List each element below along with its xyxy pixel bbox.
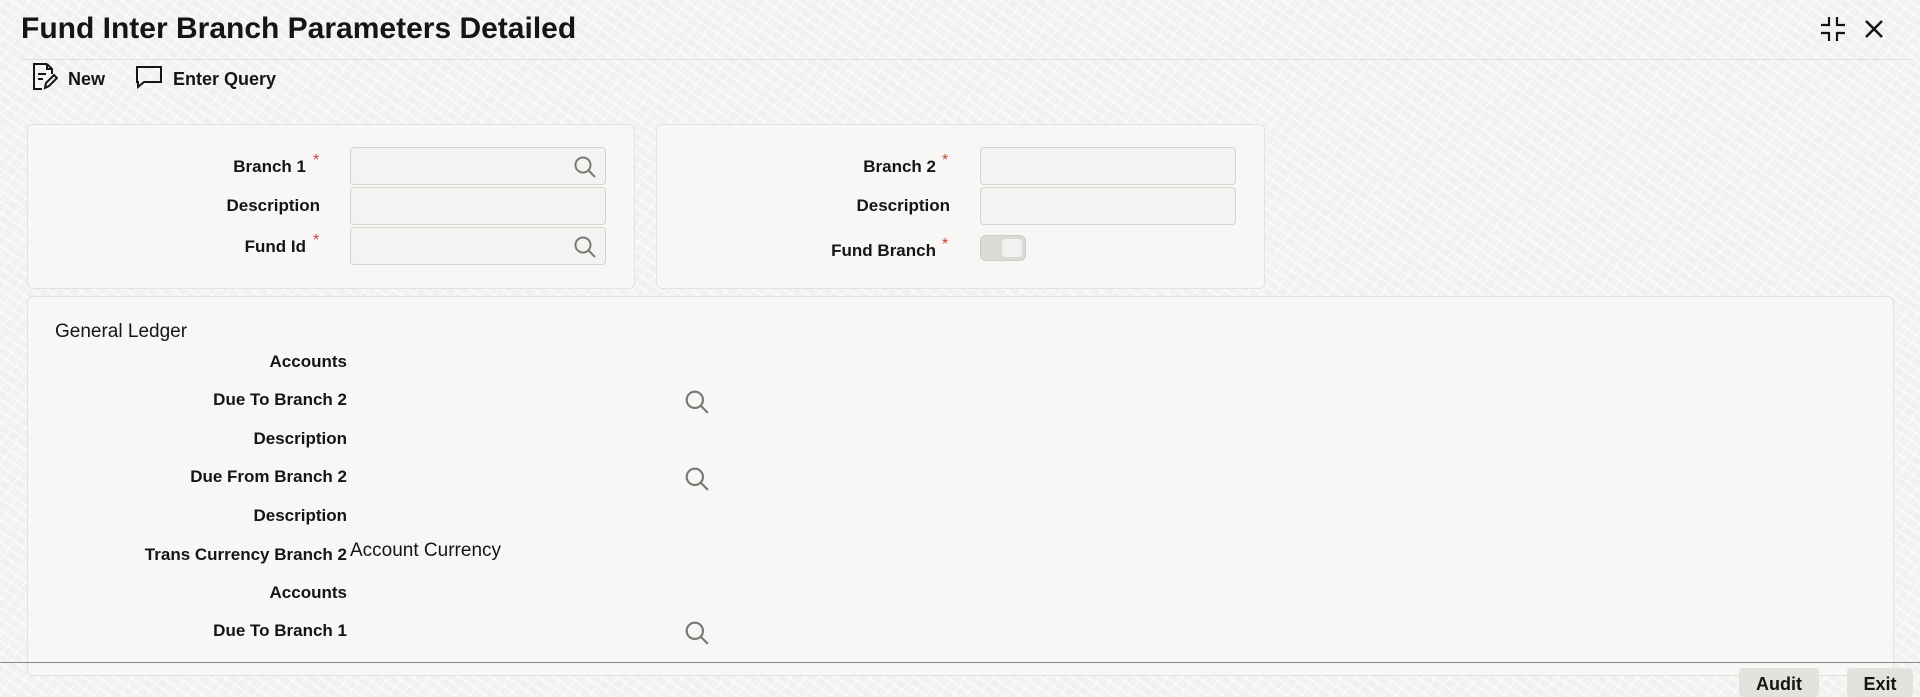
accounts-label: Accounts: [269, 583, 347, 602]
trans-currency-value: Account Currency: [350, 540, 502, 561]
enter-query-label: Enter Query: [173, 68, 277, 89]
description-input[interactable]: [350, 187, 606, 225]
search-icon[interactable]: [684, 466, 710, 497]
trans-currency-branch2-label: Trans Currency Branch 2: [144, 545, 347, 564]
page-title: Fund Inter Branch Parameters Detailed: [21, 12, 577, 45]
close-icon[interactable]: [1862, 17, 1886, 41]
fund-branch-required-mark: *: [942, 236, 949, 253]
toggle-knob: [1002, 239, 1022, 257]
description-label: Description: [253, 506, 347, 525]
window-controls: [1818, 14, 1886, 44]
toolbar: New Enter Query: [30, 62, 276, 97]
search-icon[interactable]: [684, 389, 710, 420]
branch2-input[interactable]: [980, 147, 1236, 185]
new-document-icon: [30, 62, 59, 97]
collapse-icon[interactable]: [1818, 14, 1848, 44]
audit-button[interactable]: Audit: [1739, 668, 1819, 697]
branch2-required-mark: *: [942, 152, 949, 169]
due-from-branch2-label: Due From Branch 2: [190, 467, 347, 486]
exit-button[interactable]: Exit: [1847, 668, 1913, 697]
footer-divider: [0, 662, 1920, 663]
branch1-label: Branch 1: [233, 157, 306, 176]
description-label: Description: [856, 196, 950, 215]
fund-branch-label: Fund Branch: [831, 241, 936, 260]
fund-id-label: Fund Id: [244, 237, 306, 256]
due-to-branch2-label: Due To Branch 2: [213, 390, 347, 409]
header-right-panel: Branch 2 * Description Fund Branch *: [656, 124, 1265, 289]
accounts-label: Accounts: [269, 352, 347, 371]
title-divider: [21, 59, 1910, 60]
fund-id-input[interactable]: [350, 227, 606, 265]
general-ledger-title: General Ledger: [55, 321, 188, 342]
general-ledger-panel: General Ledger Accounts Due To Branch 2 …: [27, 296, 1894, 676]
fund-id-required-mark: *: [313, 232, 320, 249]
branch1-input[interactable]: [350, 147, 606, 185]
new-button-label: New: [68, 68, 106, 89]
speech-bubble-icon: [135, 64, 163, 95]
search-icon[interactable]: [684, 620, 710, 651]
due-to-branch1-label: Due To Branch 1: [213, 621, 347, 640]
search-icon[interactable]: [573, 155, 597, 184]
header-left-panel: Branch 1 * Description Fund Id *: [27, 124, 635, 289]
description-input[interactable]: [980, 187, 1236, 225]
description-label: Description: [253, 429, 347, 448]
branch1-required-mark: *: [313, 152, 320, 169]
new-button[interactable]: New: [30, 62, 106, 97]
description-label: Description: [226, 196, 320, 215]
search-icon[interactable]: [573, 235, 597, 264]
fund-branch-toggle[interactable]: [980, 235, 1026, 261]
branch2-label: Branch 2: [863, 157, 936, 176]
enter-query-button[interactable]: Enter Query: [135, 64, 276, 94]
